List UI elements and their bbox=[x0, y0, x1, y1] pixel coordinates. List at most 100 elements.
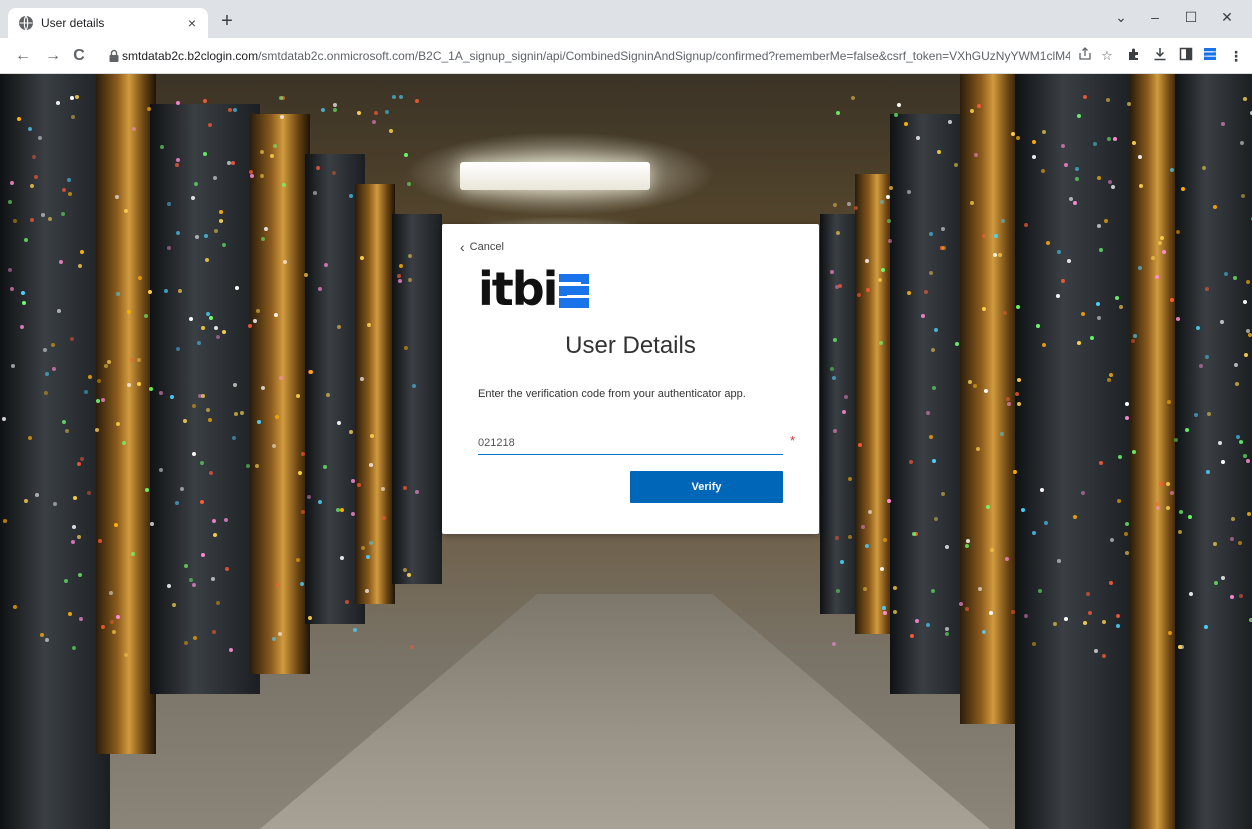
server-led bbox=[84, 389, 89, 394]
server-led bbox=[1139, 183, 1144, 188]
url-host: smtdatab2c.b2clogin.com bbox=[122, 49, 259, 63]
tab-user-details[interactable]: User details × bbox=[8, 8, 208, 38]
share-icon[interactable] bbox=[1076, 47, 1094, 65]
server-led bbox=[981, 306, 986, 311]
server-led bbox=[348, 193, 353, 198]
server-led bbox=[309, 369, 314, 374]
server-led bbox=[915, 136, 920, 140]
forward-arrow-icon[interactable]: → bbox=[42, 45, 64, 67]
server-led bbox=[415, 99, 419, 104]
server-led bbox=[1115, 295, 1120, 300]
server-led bbox=[930, 589, 935, 594]
server-led bbox=[269, 154, 274, 159]
maximize-icon[interactable]: ☐ bbox=[1176, 6, 1206, 30]
server-led bbox=[1165, 481, 1170, 486]
server-led bbox=[1213, 581, 1218, 585]
server-led bbox=[326, 392, 330, 397]
reload-icon[interactable]: C bbox=[68, 45, 90, 67]
server-led bbox=[1109, 537, 1114, 542]
download-icon[interactable] bbox=[1150, 46, 1170, 66]
address-bar[interactable]: smtdatab2c.b2clogin.com/smtdatab2c.onmic… bbox=[100, 43, 1120, 69]
server-led bbox=[254, 463, 259, 468]
side-panel-icon[interactable] bbox=[1176, 46, 1196, 66]
server-led bbox=[964, 606, 969, 611]
server-led bbox=[403, 345, 408, 350]
server-led bbox=[34, 174, 39, 179]
server-led bbox=[1241, 193, 1246, 198]
server-led bbox=[992, 253, 997, 258]
server-led bbox=[212, 518, 217, 523]
server-led bbox=[399, 95, 403, 99]
server-led bbox=[1024, 613, 1028, 618]
server-led bbox=[835, 110, 840, 115]
server-led bbox=[1081, 490, 1086, 495]
new-tab-button[interactable]: + bbox=[216, 11, 238, 33]
star-icon[interactable]: ☆ bbox=[1098, 47, 1116, 65]
server-led bbox=[261, 236, 266, 241]
server-led bbox=[1063, 163, 1068, 167]
server-led bbox=[846, 201, 851, 206]
server-led bbox=[1212, 542, 1217, 547]
browser-window: User details × + ⌄ – ☐ ✕ ← → C smtdatab2… bbox=[0, 0, 1252, 829]
server-led bbox=[1169, 167, 1174, 172]
server-led bbox=[24, 498, 28, 503]
verify-button[interactable]: Verify bbox=[630, 471, 783, 503]
close-window-icon[interactable]: ✕ bbox=[1212, 6, 1242, 30]
server-led bbox=[211, 629, 216, 634]
server-led bbox=[1056, 559, 1061, 564]
server-led bbox=[72, 496, 77, 501]
server-rack bbox=[0, 74, 110, 829]
server-led bbox=[114, 195, 119, 199]
server-led bbox=[1083, 94, 1088, 99]
server-led bbox=[339, 508, 344, 513]
server-led bbox=[27, 435, 32, 440]
server-led bbox=[1165, 505, 1170, 510]
extension-icon[interactable] bbox=[1200, 46, 1220, 66]
server-led bbox=[407, 572, 412, 577]
server-led bbox=[1055, 293, 1060, 298]
server-led bbox=[406, 181, 411, 186]
tab-close-icon[interactable]: × bbox=[182, 13, 202, 33]
server-led bbox=[126, 382, 131, 387]
server-led bbox=[175, 230, 180, 235]
server-led bbox=[12, 605, 17, 610]
server-led bbox=[260, 149, 265, 154]
server-led bbox=[333, 102, 338, 107]
server-led bbox=[977, 587, 982, 591]
server-led bbox=[1205, 354, 1210, 359]
back-arrow-icon[interactable]: ← bbox=[12, 45, 34, 67]
url-text[interactable]: smtdatab2c.b2clogin.com/smtdatab2c.onmic… bbox=[122, 49, 1070, 63]
server-led bbox=[1234, 382, 1239, 387]
extensions-icon[interactable] bbox=[1124, 46, 1144, 66]
server-led bbox=[96, 398, 101, 403]
server-led bbox=[372, 120, 377, 125]
server-rack bbox=[820, 214, 860, 614]
server-led bbox=[7, 199, 12, 204]
server-led bbox=[79, 457, 84, 462]
server-led bbox=[1041, 130, 1046, 135]
lock-icon[interactable] bbox=[108, 49, 120, 63]
menu-icon[interactable]: ⋮ bbox=[1226, 46, 1246, 66]
server-led bbox=[1036, 323, 1041, 328]
server-led bbox=[350, 478, 355, 483]
ceiling-light bbox=[460, 162, 650, 190]
minimize-icon[interactable]: – bbox=[1140, 6, 1170, 30]
server-led bbox=[1098, 460, 1103, 465]
server-led bbox=[1110, 185, 1115, 189]
server-led bbox=[225, 566, 230, 571]
server-led bbox=[1229, 536, 1234, 541]
server-led bbox=[208, 470, 213, 475]
tab-strip: User details × + ⌄ – ☐ ✕ bbox=[0, 0, 1252, 38]
verification-code-input[interactable] bbox=[478, 432, 783, 455]
server-led bbox=[169, 395, 174, 400]
server-led bbox=[1188, 591, 1193, 596]
server-led bbox=[50, 342, 55, 347]
server-led bbox=[892, 586, 897, 590]
server-led bbox=[999, 431, 1004, 436]
tab-search-icon[interactable]: ⌄ bbox=[1106, 6, 1136, 30]
server-led bbox=[197, 340, 202, 345]
server-led bbox=[191, 452, 196, 457]
server-led bbox=[1117, 455, 1122, 459]
cancel-link[interactable]: ‹ Cancel bbox=[460, 240, 504, 254]
server-led bbox=[146, 106, 151, 111]
